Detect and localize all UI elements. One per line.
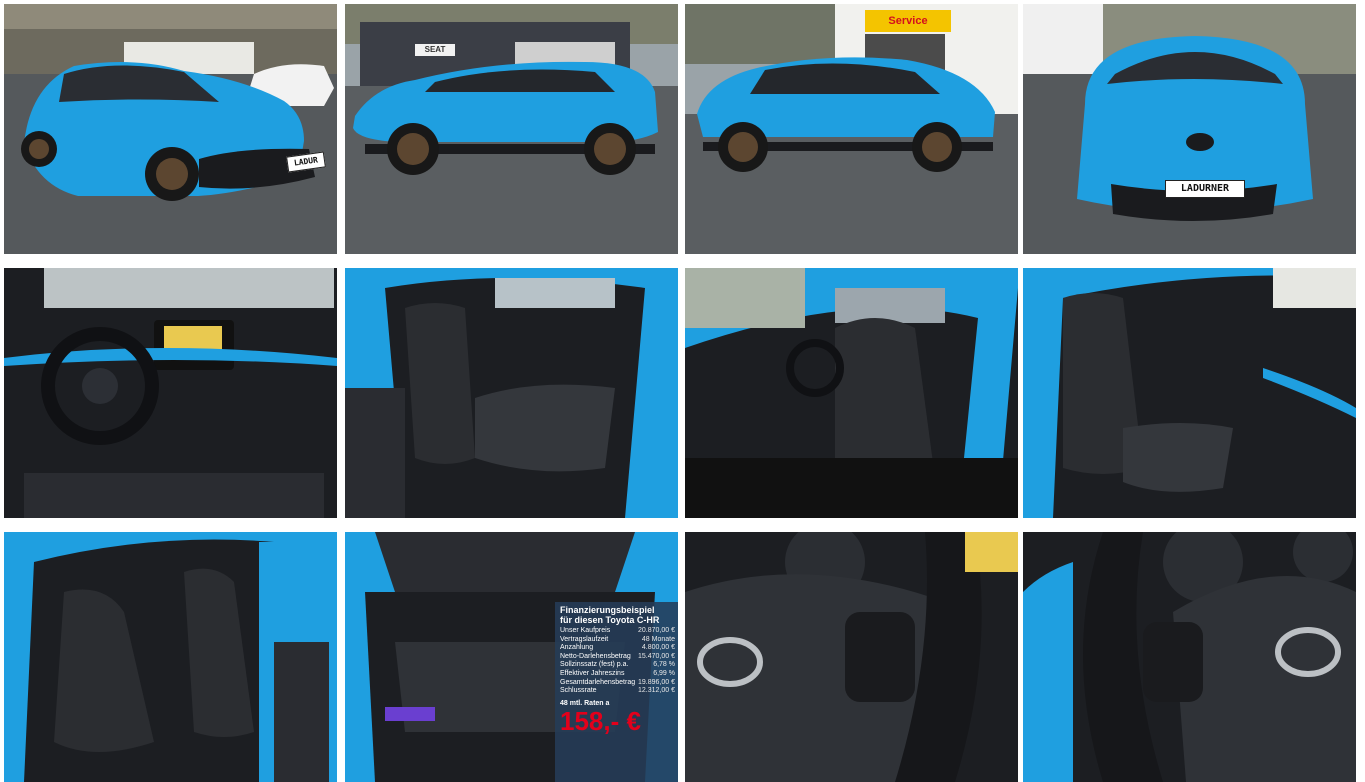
financing-subtitle: für diesen Toyota C-HR	[560, 615, 660, 625]
photo-front[interactable]: LADURNER	[1023, 4, 1356, 254]
financing-row: Vertragslaufzeit 48 Monate	[560, 635, 675, 643]
photo-driver-seat[interactable]	[685, 268, 1018, 518]
financing-row: Unser Kaufpreis 20.870,00 €	[560, 627, 675, 634]
monthly-rate: 158,- €	[560, 706, 641, 737]
photo-steering-wheel-left[interactable]	[685, 532, 1018, 782]
photo-rear-door-open[interactable]	[4, 532, 337, 782]
photo-dashboard[interactable]	[4, 268, 337, 518]
dealer-sign: SEAT	[415, 44, 455, 56]
photo-gallery: LADUR SEAT Service LADURNER Finanzierung…	[4, 4, 1360, 782]
financing-row: Effektiver Jahreszins 6,99 %	[560, 669, 675, 677]
photo-passenger-seat[interactable]	[1023, 268, 1356, 518]
financing-row: Sollzinssatz (fest) p.a. 6,78 %	[560, 661, 675, 669]
financing-row: Anzahlung 4.800,00 €	[560, 644, 675, 652]
photo-trunk-financing[interactable]: Finanzierungsbeispiel für diesen Toyota …	[345, 532, 678, 782]
financing-row: Schlussrate 12.312,00 €	[560, 687, 675, 695]
photo-side-right[interactable]: Service	[685, 4, 1018, 254]
photo-rear-seats[interactable]	[345, 268, 678, 518]
financing-title: Finanzierungsbeispiel	[560, 605, 655, 615]
photo-side-left[interactable]: SEAT	[345, 4, 678, 254]
photo-steering-wheel-right[interactable]	[1023, 532, 1356, 782]
photo-front-three-quarter[interactable]: LADUR	[4, 4, 337, 254]
financing-row: Netto-Darlehensbetrag 15.470,00 €	[560, 652, 675, 660]
financing-row: Gesamtdarlehensbetrag 19.896,00 €	[560, 678, 675, 686]
financing-overlay: Finanzierungsbeispiel für diesen Toyota …	[555, 602, 678, 782]
license-plate: LADURNER	[1165, 180, 1245, 198]
service-sign: Service	[865, 10, 951, 32]
